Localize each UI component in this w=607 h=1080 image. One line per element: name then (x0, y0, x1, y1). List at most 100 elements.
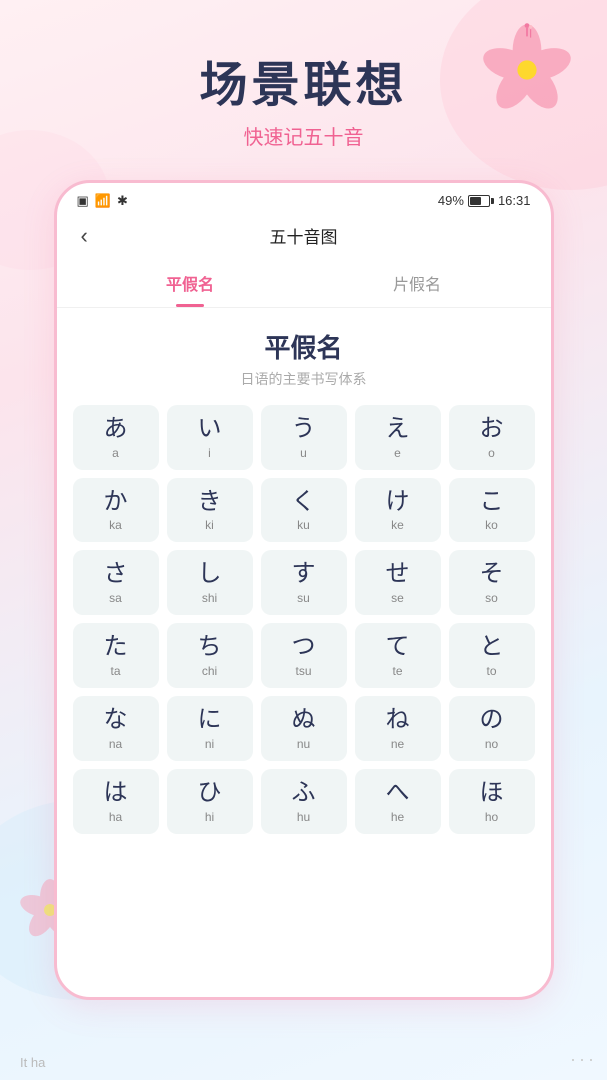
kana-cell[interactable]: て te (355, 623, 441, 688)
kana-romaji: to (486, 664, 496, 678)
kana-romaji: ta (110, 664, 120, 678)
kana-cell[interactable]: ぬ nu (261, 696, 347, 761)
clock: 16:31 (498, 193, 531, 208)
kana-romaji: e (394, 446, 401, 460)
section-description: 日语的主要书写体系 (57, 369, 551, 389)
battery-icon (468, 195, 490, 207)
kana-romaji: ha (109, 810, 122, 824)
kana-char: へ (386, 779, 410, 808)
kana-cell[interactable]: くku (261, 478, 347, 543)
kana-char: せ (386, 560, 410, 589)
kana-cell[interactable]: いi (167, 405, 253, 470)
kana-char: ね (386, 706, 410, 735)
kana-cell[interactable]: うu (261, 405, 347, 470)
back-button[interactable]: ‹ (73, 219, 96, 253)
kana-romaji: ka (109, 518, 122, 532)
kana-cell[interactable]: きki (167, 478, 253, 543)
kana-char: て (386, 633, 410, 662)
kana-char: つ (292, 633, 316, 662)
kana-cell[interactable]: ふ hu (261, 769, 347, 834)
kana-cell[interactable]: せ se (355, 550, 441, 615)
sim-icon: ▣ (77, 193, 89, 209)
kana-cell[interactable]: あa (73, 405, 159, 470)
phone-frame: ▣ 📶 ✱ 49% 16:31 ‹ 五十音图 平假名 片假名 平假名 日语的主要… (54, 180, 554, 1000)
kana-char: か (104, 488, 128, 517)
kana-char: は (104, 779, 128, 808)
battery-percent: 49% (438, 193, 464, 208)
kana-cell[interactable]: す su (261, 550, 347, 615)
kana-char: す (292, 560, 316, 589)
kana-romaji: te (392, 664, 402, 678)
kana-romaji: su (297, 591, 310, 605)
kana-char: け (386, 488, 410, 517)
kana-char: こ (480, 488, 504, 517)
kana-cell[interactable]: ね ne (355, 696, 441, 761)
kana-cell[interactable]: ち chi (167, 623, 253, 688)
kana-cell[interactable]: さ sa (73, 550, 159, 615)
kana-char: ち (198, 633, 222, 662)
kana-grid: あaいiうuえeおoかkaきkiくkuけkeこkoさsaしshiすsuせseそs… (57, 405, 551, 850)
kana-char: ほ (480, 779, 504, 808)
status-bar: ▣ 📶 ✱ 49% 16:31 (57, 183, 551, 215)
kana-romaji: o (488, 446, 495, 460)
kana-romaji: sa (109, 591, 122, 605)
kana-cell[interactable]: つ tsu (261, 623, 347, 688)
kana-cell[interactable]: ほ ho (449, 769, 535, 834)
kana-char: お (480, 415, 504, 444)
kana-romaji: ne (391, 737, 404, 751)
status-left: ▣ 📶 ✱ (77, 193, 128, 209)
kana-cell[interactable]: の no (449, 696, 535, 761)
hero-subtitle: 快速记五十音 (0, 121, 607, 150)
section-header: 平假名 日语的主要书写体系 (57, 308, 551, 405)
kana-romaji: ku (297, 518, 310, 532)
kana-char: さ (104, 560, 128, 589)
kana-cell[interactable]: は ha (73, 769, 159, 834)
tab-katakana[interactable]: 片假名 (304, 261, 531, 307)
kana-cell[interactable]: かka (73, 478, 159, 543)
kana-romaji: hi (205, 810, 214, 824)
kana-romaji: no (485, 737, 498, 751)
tab-hiragana[interactable]: 平假名 (77, 261, 304, 307)
kana-romaji: na (109, 737, 122, 751)
kana-cell[interactable]: なna (73, 696, 159, 761)
kana-romaji: ni (205, 737, 214, 751)
kana-cell[interactable]: そ so (449, 550, 535, 615)
nav-title: 五十音图 (270, 223, 338, 248)
kana-romaji: hu (297, 810, 310, 824)
tabs-bar: 平假名 片假名 (57, 261, 551, 308)
kana-cell[interactable]: と to (449, 623, 535, 688)
bottom-hint: It ha (20, 1055, 45, 1070)
kana-romaji: u (300, 446, 307, 460)
kana-char: う (292, 415, 316, 444)
kana-char: と (480, 633, 504, 662)
kana-romaji: so (485, 591, 498, 605)
kana-char: く (292, 488, 316, 517)
kana-char: い (198, 415, 222, 444)
kana-char: そ (480, 560, 504, 589)
kana-cell[interactable]: けke (355, 478, 441, 543)
kana-char: の (480, 706, 504, 735)
kana-cell[interactable]: えe (355, 405, 441, 470)
section-title: 平假名 (57, 328, 551, 365)
kana-char: し (198, 560, 222, 589)
kana-char: あ (104, 415, 128, 444)
kana-char: き (198, 488, 222, 517)
kana-cell[interactable]: へhe (355, 769, 441, 834)
kana-char: ふ (292, 779, 316, 808)
kana-romaji: tsu (295, 664, 311, 678)
kana-romaji: chi (202, 664, 217, 678)
kana-char: に (198, 706, 222, 735)
kana-cell[interactable]: に ni (167, 696, 253, 761)
kana-char: ぬ (292, 706, 316, 735)
kana-romaji: ke (391, 518, 404, 532)
kana-romaji: se (391, 591, 404, 605)
kana-romaji: nu (297, 737, 310, 751)
kana-romaji: ho (485, 810, 498, 824)
kana-cell[interactable]: しshi (167, 550, 253, 615)
kana-cell[interactable]: たta (73, 623, 159, 688)
kana-cell[interactable]: ひhi (167, 769, 253, 834)
kana-cell[interactable]: おo (449, 405, 535, 470)
status-right: 49% 16:31 (438, 193, 531, 208)
kana-cell[interactable]: こko (449, 478, 535, 543)
kana-romaji: a (112, 446, 119, 460)
